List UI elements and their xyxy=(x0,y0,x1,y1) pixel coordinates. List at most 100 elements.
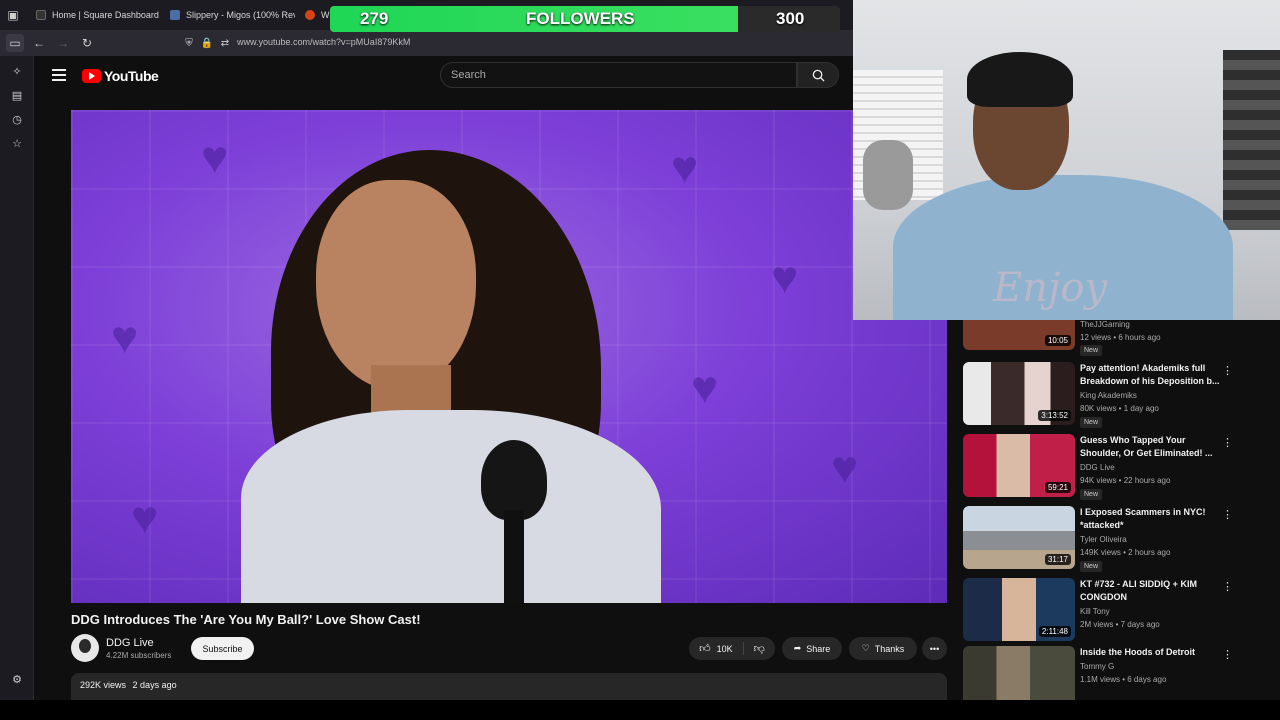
tab-slippery-migos[interactable]: Slippery - Migos (100% Rev × xyxy=(170,4,295,26)
more-vertical-icon[interactable]: ⋮ xyxy=(1222,648,1233,661)
like-dislike-group: 👍︎ 10K 👎︎ xyxy=(689,637,775,660)
heart-icon: ♥ xyxy=(671,141,699,193)
thumbs-up-icon: 👍︎ xyxy=(699,643,711,655)
rec-title[interactable]: KT #732 - ALI SIDDIQ + KIM CONGDON xyxy=(1080,578,1220,604)
rec-channel[interactable]: TheJJGaming xyxy=(1080,320,1130,329)
tab-square-dashboard[interactable]: Home | Square Dashboard × xyxy=(36,4,161,26)
description-box[interactable]: 292K views 2 days ago xyxy=(71,673,947,700)
like-button[interactable]: 👍︎ 10K xyxy=(699,642,744,655)
video-thumbnail[interactable] xyxy=(963,646,1075,700)
url-bar[interactable]: www.youtube.com/watch?v=pMUaI879KkM xyxy=(237,37,410,47)
search-placeholder: Search xyxy=(451,69,486,81)
search-icon xyxy=(812,69,825,82)
heart-icon: ♥ xyxy=(771,251,799,303)
list-item[interactable]: 10:05 TheJJGaming 12 views • 6 hours ago… xyxy=(963,310,1273,360)
like-count: 10K xyxy=(716,643,733,654)
tabs-menu-icon[interactable]: ▣ xyxy=(4,6,22,24)
channel-name[interactable]: DDG Live xyxy=(106,637,154,649)
video-duration: 2:11:48 xyxy=(1038,626,1071,637)
video-title: DDG Introduces The 'Are You My Ball?' Lo… xyxy=(71,612,421,627)
followers-label: FOLLOWERS xyxy=(526,9,635,28)
rec-title[interactable]: I Exposed Scammers in NYC! *attacked* xyxy=(1080,506,1220,532)
thumbs-down-icon: 👎︎ xyxy=(753,643,765,655)
permissions-icon[interactable]: ⇄ xyxy=(216,34,234,52)
dislike-button[interactable]: 👎︎ xyxy=(744,642,765,655)
followers-goal: 300 xyxy=(776,9,805,28)
rec-title[interactable]: Pay attention! Akademiks full Breakdown … xyxy=(1080,362,1220,388)
list-item[interactable]: 3:13:52 Pay attention! Akademiks full Br… xyxy=(963,362,1273,428)
rec-channel[interactable]: Tyler Oliveira xyxy=(1080,535,1127,544)
list-item[interactable]: 2:11:48 KT #732 - ALI SIDDIQ + KIM CONGD… xyxy=(963,578,1273,644)
tab-label: Home | Square Dashboard xyxy=(52,10,159,20)
forward-icon[interactable]: → xyxy=(54,34,72,52)
webcam-overlay: Enjoy xyxy=(853,0,1280,320)
sparkle-icon[interactable]: ✧ xyxy=(8,62,26,80)
video-duration: 10:05 xyxy=(1044,335,1071,346)
rec-title[interactable]: Inside the Hoods of Detroit xyxy=(1080,646,1220,659)
video-player[interactable]: ♥ ♥ ♥ ♥ ♥ ♥ ♥ xyxy=(71,110,947,603)
tab-label: Slippery - Migos (100% Rev xyxy=(186,10,295,20)
settings-gear-icon[interactable]: ⚙ xyxy=(8,670,26,688)
music-favicon-icon xyxy=(170,10,180,20)
more-vertical-icon[interactable]: ⋮ xyxy=(1222,364,1233,377)
hoodie-text: Enjoy xyxy=(993,265,1108,311)
more-horizontal-icon: ••• xyxy=(929,643,940,654)
view-count: 292K views xyxy=(80,680,127,690)
video-thumbnail[interactable]: 3:13:52 xyxy=(963,362,1075,425)
new-badge: New xyxy=(1080,489,1103,500)
video-duration: 59:21 xyxy=(1044,482,1071,493)
heart-icon: ♥ xyxy=(831,441,859,493)
video-thumbnail[interactable]: 59:21 xyxy=(963,434,1075,497)
list-item[interactable]: 31:17 I Exposed Scammers in NYC! *attack… xyxy=(963,506,1273,572)
more-vertical-icon[interactable]: ⋮ xyxy=(1222,436,1233,449)
browser-sidebar: ✧ ▤ ◷ ☆ ⚙ xyxy=(0,56,34,700)
list-item[interactable]: Inside the Hoods of Detroit Tommy G 1.1M… xyxy=(963,646,1273,700)
back-icon[interactable]: ← xyxy=(30,34,48,52)
channel-avatar[interactable] xyxy=(71,634,99,662)
youtube-logo[interactable]: YouTube xyxy=(82,68,159,84)
new-badge: New xyxy=(1080,561,1103,572)
reddit-favicon-icon xyxy=(305,10,315,20)
search-button[interactable] xyxy=(797,62,839,88)
shield-icon[interactable]: ⛨ xyxy=(180,34,198,52)
heart-icon: ♥ xyxy=(131,491,159,543)
star-icon[interactable]: ☆ xyxy=(8,134,26,152)
upload-age: 2 days ago xyxy=(132,680,177,690)
menu-icon[interactable] xyxy=(52,69,66,84)
rec-channel[interactable]: Tommy G xyxy=(1080,662,1114,671)
rec-channel[interactable]: King Akademiks xyxy=(1080,391,1137,400)
subscribe-button[interactable]: Subscribe xyxy=(191,637,254,660)
bookmark-icon[interactable]: ▤ xyxy=(8,86,26,104)
screen: ▣ Home | Square Dashboard × Slippery - M… xyxy=(0,0,1280,720)
share-button[interactable]: ➦ Share xyxy=(782,637,842,660)
square-favicon-icon xyxy=(36,10,46,20)
rec-title[interactable]: Guess Who Tapped Your Shoulder, Or Get E… xyxy=(1080,434,1220,460)
video-thumbnail[interactable]: 2:11:48 xyxy=(963,578,1075,641)
more-actions-button[interactable]: ••• xyxy=(922,637,947,660)
heart-icon: ♥ xyxy=(691,361,719,413)
rec-channel[interactable]: DDG Live xyxy=(1080,463,1115,472)
share-icon: ➦ xyxy=(793,643,802,653)
reload-icon[interactable]: ↻ xyxy=(78,34,96,52)
rec-meta: 1.1M views • 6 days ago xyxy=(1080,675,1167,684)
rec-channel[interactable]: Kill Tony xyxy=(1080,607,1110,616)
sidebar-toggle-icon[interactable]: ▭ xyxy=(6,34,24,52)
studio-microphone xyxy=(863,140,913,210)
thanks-button[interactable]: ♡ Thanks xyxy=(849,637,917,660)
rec-meta: 12 views • 6 hours ago xyxy=(1080,333,1161,342)
search-input[interactable]: Search xyxy=(440,62,797,88)
lock-icon: 🔒 xyxy=(200,37,214,49)
video-duration: 3:13:52 xyxy=(1038,410,1071,421)
followers-current: 279 xyxy=(360,9,389,28)
more-vertical-icon[interactable]: ⋮ xyxy=(1222,580,1233,593)
video-thumbnail[interactable]: 31:17 xyxy=(963,506,1075,569)
history-icon[interactable]: ◷ xyxy=(8,110,26,128)
rec-meta: 149K views • 2 hours ago xyxy=(1080,548,1171,557)
list-item[interactable]: 59:21 Guess Who Tapped Your Shoulder, Or… xyxy=(963,434,1273,500)
new-badge: New xyxy=(1080,345,1103,356)
new-badge: New xyxy=(1080,417,1103,428)
more-vertical-icon[interactable]: ⋮ xyxy=(1222,508,1233,521)
microphone xyxy=(481,440,547,520)
youtube-play-icon xyxy=(82,69,101,83)
thanks-icon: ♡ xyxy=(861,643,870,653)
